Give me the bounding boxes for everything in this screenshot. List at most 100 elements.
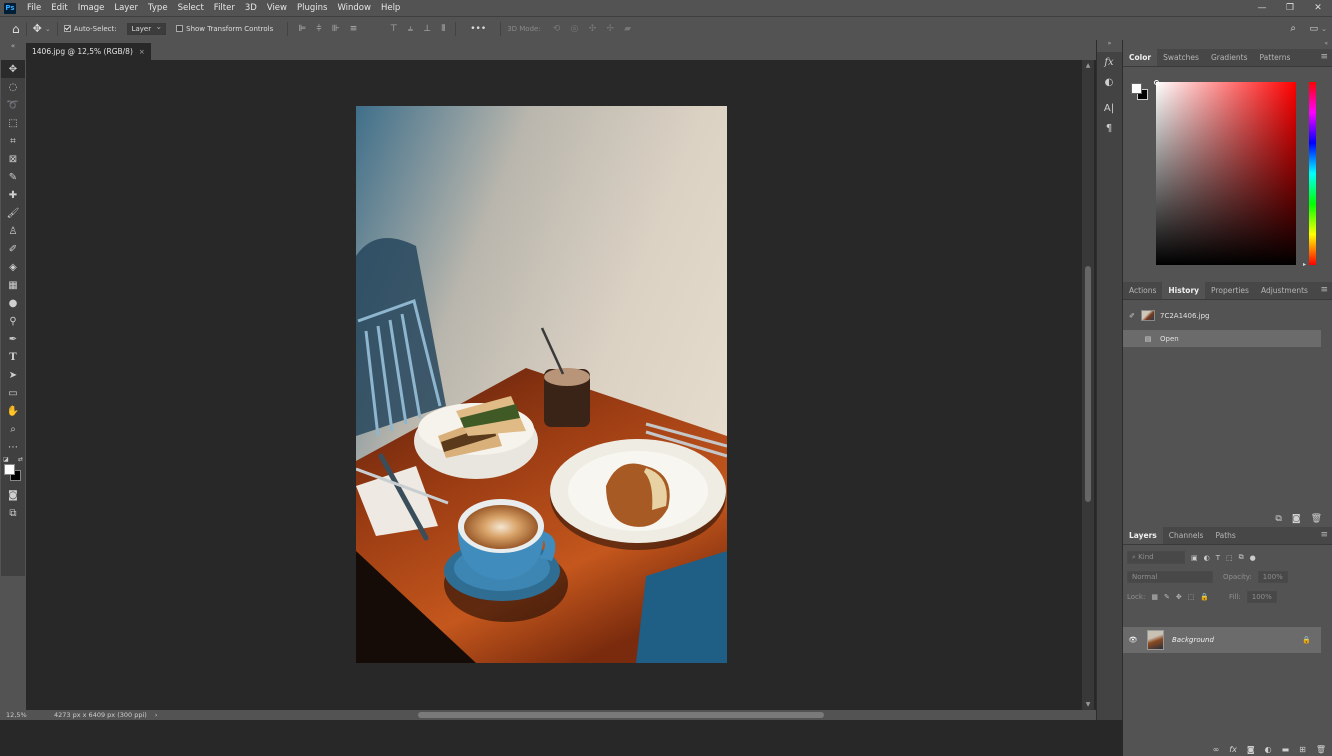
collapse-toolbar-icon[interactable]: « [0,40,26,60]
swap-colors-icon[interactable]: ⇄ [18,456,23,463]
hue-slider[interactable] [1309,82,1316,265]
paragraph-panel-icon[interactable]: ¶ [1097,118,1121,138]
eye-icon[interactable]: 👁 [1123,636,1143,644]
tab-adjustments[interactable]: Adjustments [1255,282,1314,299]
eyedropper-tool-icon[interactable]: ✎ [1,168,25,186]
close-document-icon[interactable]: × [139,48,145,56]
collapse-strip-icon[interactable]: » [1097,40,1122,52]
align-center-h-icon[interactable]: ⫩ [316,24,321,34]
pan-3d-icon[interactable]: ✣ [589,24,597,34]
tab-patterns[interactable]: Patterns [1254,49,1297,66]
edit-toolbar-icon[interactable]: ⋯ [1,438,25,456]
screen-mode-icon[interactable]: ⧉ [1,504,25,522]
document-tab[interactable]: 1406.jpg @ 12,5% (RGB/8) × [26,43,151,60]
tab-actions[interactable]: Actions [1123,282,1162,299]
zoom-level[interactable]: 12,5% [6,711,46,719]
transform-controls-checkbox[interactable] [176,25,184,32]
align-left-icon[interactable]: ⊫ [298,24,306,34]
status-menu-arrow[interactable]: › [155,711,158,719]
blend-mode-dropdown[interactable]: Normal [1127,571,1213,583]
roll-3d-icon[interactable]: ◎ [570,24,578,34]
menu-type[interactable]: Type [143,3,173,13]
distribute-v-icon[interactable]: ⦀ [441,24,445,34]
distribute-h-icon[interactable]: ≡ [350,24,358,34]
auto-select-checkbox[interactable] [63,25,71,32]
slide-3d-icon[interactable]: ✢ [606,24,614,34]
menu-window[interactable]: Window [332,3,376,13]
collapse-panels-icon[interactable]: « [1324,40,1328,47]
default-colors-icon[interactable]: ◪ [3,456,9,463]
filter-shape-icon[interactable]: ⬚ [1226,554,1233,562]
object-selection-tool-icon[interactable]: ⬚ [1,114,25,132]
chevron-down-icon[interactable]: ⌄ [45,25,51,33]
menu-help[interactable]: Help [376,3,405,13]
quick-mask-icon[interactable]: ◙ [1,486,25,504]
zoom-tool-icon[interactable]: ⌕ [1,420,25,438]
menu-layer[interactable]: Layer [109,3,143,13]
move-tool-icon[interactable]: ✥ [1,60,25,78]
layer-name[interactable]: Background [1172,636,1214,644]
close-window-button[interactable]: ✕ [1304,0,1332,16]
libraries-fx-icon[interactable]: fx [1097,52,1121,72]
scroll-up-icon[interactable]: ▲ [1082,62,1094,69]
orbit-3d-icon[interactable]: ⟲ [553,24,561,34]
type-tool-icon[interactable]: T [1,348,25,366]
align-right-icon[interactable]: ⊪ [332,24,340,34]
lock-all-icon[interactable]: 🔒 [1200,593,1209,601]
layer-style-fx-icon[interactable]: fx [1229,745,1237,754]
rectangle-tool-icon[interactable]: ▭ [1,384,25,402]
delete-layer-icon[interactable]: 🗑 [1316,745,1326,754]
tab-swatches[interactable]: Swatches [1157,49,1205,66]
filter-pixel-icon[interactable]: ▣ [1191,554,1198,562]
photoshop-logo[interactable]: Ps [4,2,16,14]
menu-plugins[interactable]: Plugins [292,3,332,13]
create-snapshot-icon[interactable]: ◙ [1292,514,1301,524]
clone-stamp-tool-icon[interactable]: ♙ [1,222,25,240]
scroll-down-icon[interactable]: ▼ [1082,701,1094,708]
hand-tool-icon[interactable]: ✋ [1,402,25,420]
tab-history[interactable]: History [1162,282,1206,299]
add-mask-icon[interactable]: ◙ [1247,745,1255,754]
history-brush-tool-icon[interactable]: ✐ [1,240,25,258]
lock-transparent-icon[interactable]: ▦ [1151,593,1158,601]
menu-file[interactable]: File [22,3,46,13]
tab-color[interactable]: Color [1123,49,1158,66]
menu-3d[interactable]: 3D [240,3,262,13]
crop-tool-icon[interactable]: ⌗ [1,132,25,150]
pen-tool-icon[interactable]: ✒ [1,330,25,348]
brush-tool-icon[interactable]: 🖌 [1,204,25,222]
layer-filter-kind-dropdown[interactable]: ⌕ Kind [1127,551,1185,564]
menu-image[interactable]: Image [73,3,110,13]
vertical-scrollbar[interactable]: ▲ ▼ [1082,60,1094,710]
new-document-from-state-icon[interactable]: ⧉ [1275,514,1281,524]
tab-properties[interactable]: Properties [1205,282,1255,299]
blur-tool-icon[interactable]: ● [1,294,25,312]
document-image[interactable] [356,106,727,663]
vertical-scroll-thumb[interactable] [1085,266,1091,502]
filter-toggle-icon[interactable]: ● [1250,554,1256,562]
move-tool-preset-icon[interactable]: ✥ [33,22,42,35]
tab-gradients[interactable]: Gradients [1205,49,1254,66]
maximize-button[interactable]: ❐ [1276,0,1304,16]
path-selection-tool-icon[interactable]: ➤ [1,366,25,384]
opacity-input[interactable]: 100% [1257,571,1288,583]
panel-menu-icon[interactable]: ≡ [1320,530,1328,540]
menu-view[interactable]: View [262,3,292,13]
auto-select-target-dropdown[interactable]: Layer [126,22,167,35]
new-group-icon[interactable]: ▬ [1282,745,1290,754]
align-middle-v-icon[interactable]: ⫨ [408,24,413,34]
frame-tool-icon[interactable]: ⊠ [1,150,25,168]
healing-brush-tool-icon[interactable]: ✚ [1,186,25,204]
history-snapshot[interactable]: ✐ 7C2A1406.jpg [1123,307,1321,324]
lasso-tool-icon[interactable]: ➰ [1,96,25,114]
panel-menu-icon[interactable]: ≡ [1320,285,1328,295]
history-brush-source-icon[interactable]: ✐ [1123,312,1141,320]
layer-row[interactable]: 👁 Background 🔒 [1123,627,1321,653]
home-icon[interactable]: ⌂ [12,22,20,36]
history-state[interactable]: ▤ Open [1123,330,1321,347]
new-adjustment-layer-icon[interactable]: ◐ [1265,745,1272,754]
color-picker-field[interactable] [1156,82,1296,265]
eraser-tool-icon[interactable]: ◈ [1,258,25,276]
filter-type-icon[interactable]: T [1216,554,1220,562]
character-panel-icon[interactable]: A| [1097,98,1121,118]
